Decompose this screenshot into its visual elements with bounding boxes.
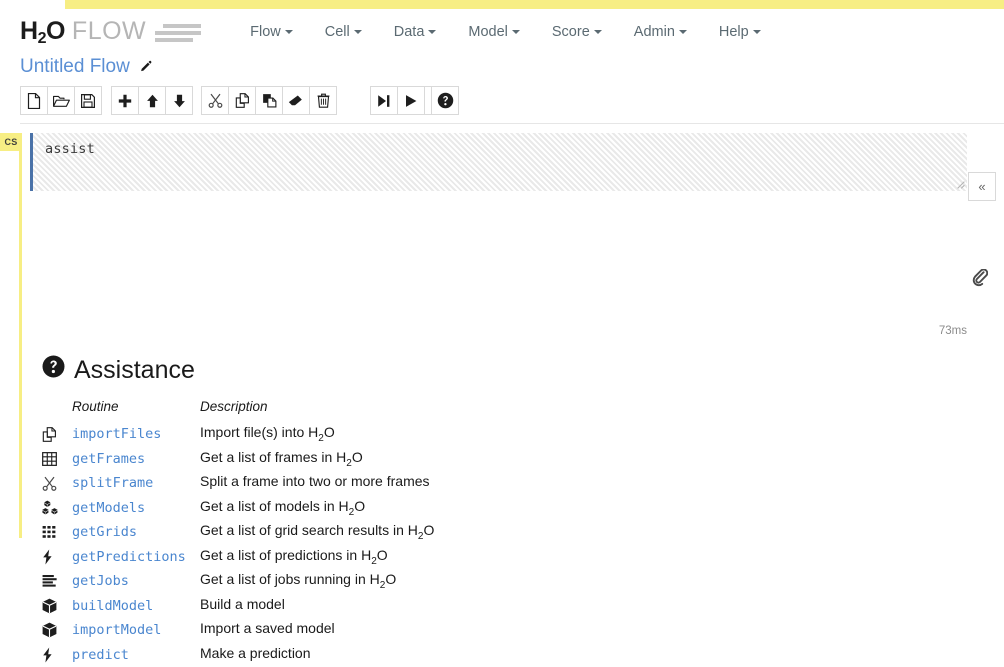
chevron-down-icon — [512, 30, 520, 34]
insert-cell-button[interactable] — [111, 86, 139, 115]
copy-cell-button[interactable] — [228, 86, 256, 115]
routine-description: Get a list of jobs running in H2O — [200, 569, 434, 594]
table-row[interactable]: getModels Get a list of models in H2O — [42, 496, 434, 521]
chevron-down-icon — [354, 30, 362, 34]
flow-lines-icon — [155, 24, 201, 42]
table-row[interactable]: splitFrame Split a frame into two or mor… — [42, 471, 434, 496]
table-row[interactable]: getJobs Get a list of jobs running in H2… — [42, 569, 434, 594]
table-row[interactable]: getPredictions Get a list of predictions… — [42, 545, 434, 570]
routine-link[interactable]: getJobs — [72, 569, 200, 594]
table-row[interactable]: buildModel Build a model — [42, 594, 434, 619]
routine-description: Import file(s) into H2O — [200, 422, 434, 447]
nav-item-admin[interactable]: Admin — [618, 18, 703, 46]
lightning-icon — [42, 643, 72, 667]
assistance-heading: Assistance — [42, 355, 1004, 385]
toolbar-group-file — [20, 86, 102, 115]
assistance-output: Assistance Routine Description importFil… — [42, 355, 1004, 667]
clear-cell-button[interactable] — [282, 86, 310, 115]
nav-item-help[interactable]: Help — [703, 18, 777, 46]
routine-link[interactable]: importFiles — [72, 422, 200, 447]
routine-description: Get a list of models in H2O — [200, 496, 434, 521]
nav-item-flow[interactable]: Flow — [234, 18, 309, 46]
question-circle-icon — [42, 355, 65, 385]
flow-wordmark: FLOW — [72, 19, 146, 44]
routines-header-description: Description — [200, 399, 434, 422]
masthead: H2O FLOW Flow Cell Data Model Score Admi… — [0, 9, 1004, 54]
table-row[interactable]: predict Make a prediction — [42, 643, 434, 667]
scissors-icon — [42, 471, 72, 496]
routine-link[interactable]: getFrames — [72, 447, 200, 472]
run-and-select-below-button[interactable] — [370, 86, 398, 115]
cell-type-badge: CS — [0, 133, 22, 151]
cube-icon — [42, 594, 72, 619]
routine-description: Import a saved model — [200, 618, 434, 643]
lightning-icon — [42, 545, 72, 570]
move-cell-down-button[interactable] — [165, 86, 193, 115]
table-icon — [42, 447, 72, 472]
h2o-wordmark: H2O — [20, 19, 65, 44]
delete-cell-button[interactable] — [309, 86, 337, 115]
flow-title-row: Untitled Flow — [20, 56, 152, 78]
nav-item-score[interactable]: Score — [536, 18, 618, 46]
routine-description: Get a list of predictions in H2O — [200, 545, 434, 570]
chevron-down-icon — [679, 30, 687, 34]
chevron-down-icon — [753, 30, 761, 34]
toolbar-group-cell-edit — [111, 86, 193, 115]
paperclip-icon[interactable] — [972, 269, 988, 287]
nav-item-cell[interactable]: Cell — [309, 18, 378, 46]
flow-title[interactable]: Untitled Flow — [20, 56, 130, 78]
notebook-cell[interactable]: CS assist 73ms Assistance Routine Descri… — [0, 133, 1004, 541]
save-notebook-button[interactable] — [74, 86, 102, 115]
table-row[interactable]: importModel Import a saved model — [42, 618, 434, 643]
routine-link[interactable]: importModel — [72, 618, 200, 643]
routine-description: Split a frame into two or more frames — [200, 471, 434, 496]
assistance-title: Assistance — [74, 358, 195, 383]
cell-code-text[interactable]: assist — [33, 133, 967, 157]
nav-item-data[interactable]: Data — [378, 18, 453, 46]
assist-button[interactable] — [431, 86, 459, 115]
cell-execution-time: 73ms — [0, 325, 967, 337]
cubes-icon — [42, 496, 72, 521]
routine-link[interactable]: getPredictions — [72, 545, 200, 570]
main-navigation: Flow Cell Data Model Score Admin Help — [234, 18, 777, 46]
cut-cell-button[interactable] — [201, 86, 229, 115]
copy-files-icon — [42, 422, 72, 447]
toolbar-group-clipboard — [201, 86, 337, 115]
run-cell-button[interactable] — [397, 86, 425, 115]
nav-item-model[interactable]: Model — [452, 18, 536, 46]
brand-logo[interactable]: H2O FLOW — [20, 19, 201, 44]
cube-icon — [42, 618, 72, 643]
routine-description: Make a prediction — [200, 643, 434, 667]
cell-selection-marker — [19, 151, 22, 538]
chevron-down-icon — [285, 30, 293, 34]
routine-link[interactable]: predict — [72, 643, 200, 667]
table-row[interactable]: getFrames Get a list of frames in H2O — [42, 447, 434, 472]
routine-link[interactable]: splitFrame — [72, 471, 200, 496]
pencil-icon[interactable] — [138, 60, 152, 74]
move-cell-up-button[interactable] — [138, 86, 166, 115]
routines-table: Routine Description importFiles Import f… — [42, 399, 434, 667]
routines-header-icon — [42, 399, 72, 422]
open-notebook-button[interactable] — [47, 86, 75, 115]
routine-description: Get a list of frames in H2O — [200, 447, 434, 472]
table-row[interactable]: importFiles Import file(s) into H2O — [42, 422, 434, 447]
top-accent-bar — [65, 0, 1004, 9]
chevron-down-icon — [594, 30, 602, 34]
routine-link[interactable]: getModels — [72, 496, 200, 521]
routines-header-routine: Routine — [72, 399, 200, 422]
routine-description: Build a model — [200, 594, 434, 619]
resize-grip-icon[interactable] — [952, 176, 965, 189]
chevron-down-icon — [428, 30, 436, 34]
cell-input-editor[interactable]: assist — [30, 133, 967, 191]
tasks-icon — [42, 569, 72, 594]
routines-header-row: Routine Description — [42, 399, 434, 422]
new-notebook-button[interactable] — [20, 86, 48, 115]
toolbar-divider — [20, 123, 1004, 124]
paste-cell-button[interactable] — [255, 86, 283, 115]
toolbar-group-help — [431, 86, 459, 115]
routine-link[interactable]: buildModel — [72, 594, 200, 619]
toolbar: « — [0, 86, 1004, 116]
